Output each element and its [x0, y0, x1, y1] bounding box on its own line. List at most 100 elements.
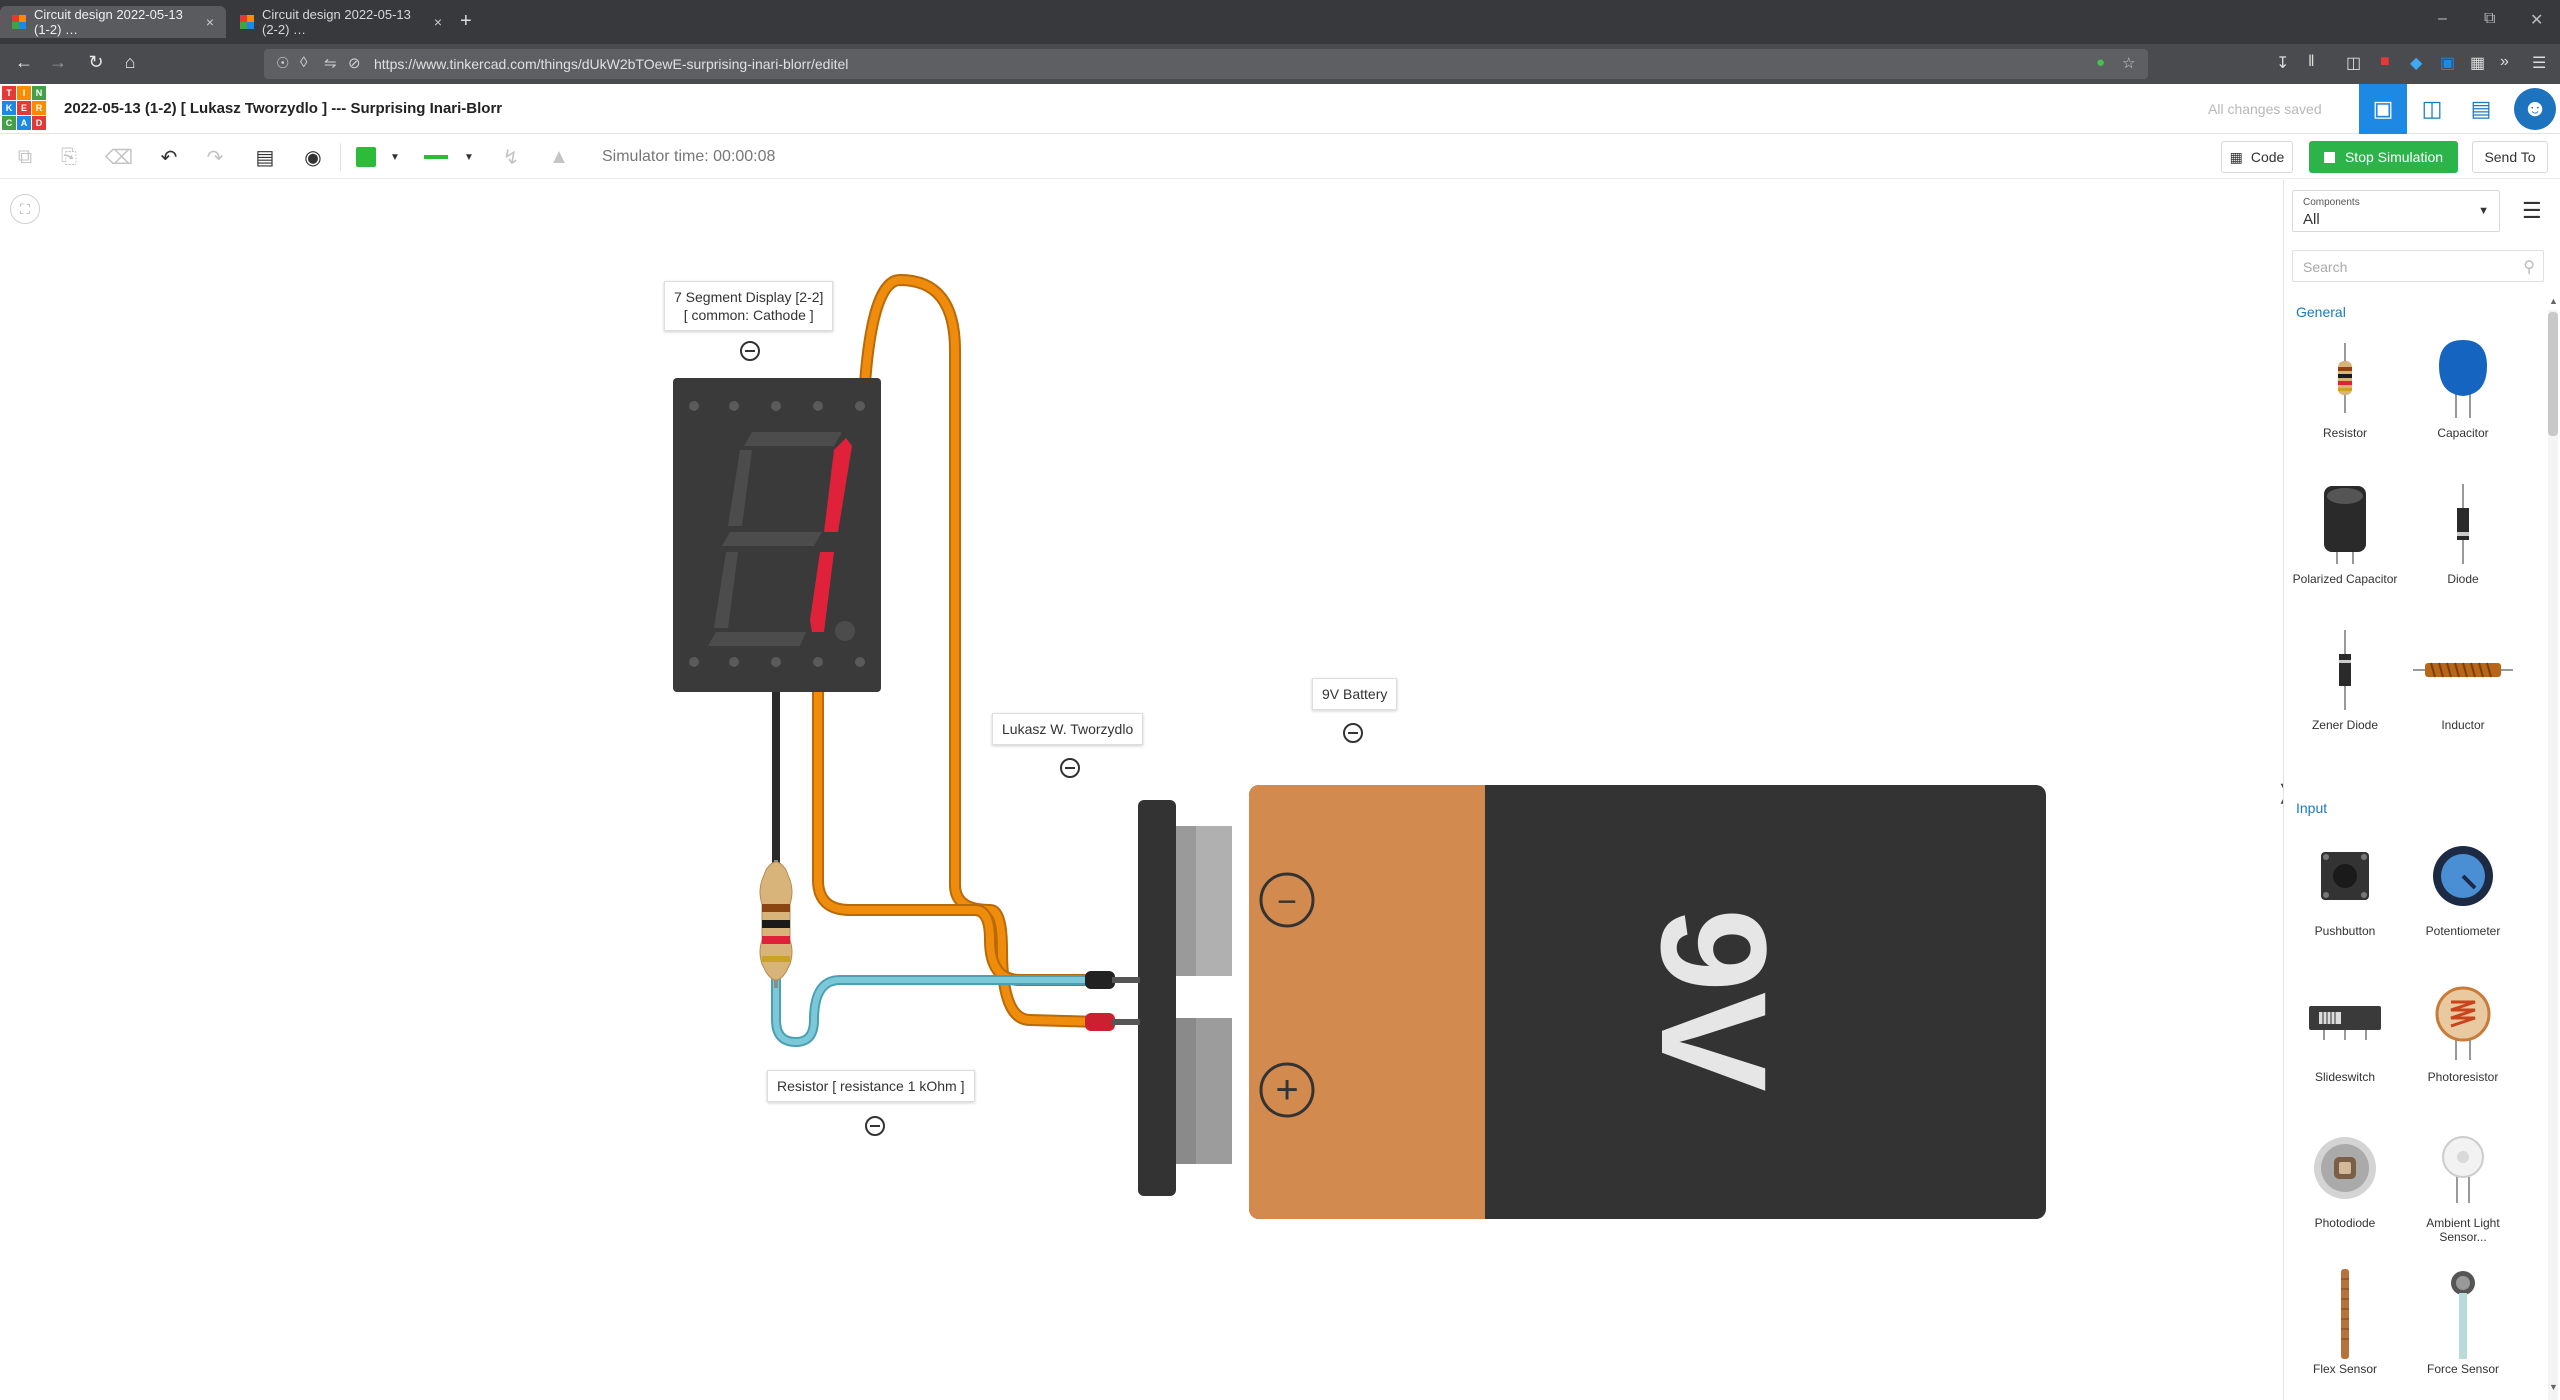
schematic-view-icon[interactable]: ◫: [2408, 84, 2456, 134]
home-icon[interactable]: ⌂: [118, 52, 142, 73]
display-label-line1: 7 Segment Display [2-2]: [674, 289, 824, 305]
lock-icon[interactable]: ◊: [300, 54, 307, 71]
notes-icon[interactable]: ▤: [252, 145, 278, 169]
component-search-input[interactable]: Search ⚲: [2292, 250, 2544, 282]
component-capacitor[interactable]: Capacitor: [2408, 330, 2518, 440]
component-flex-sensor[interactable]: Flex Sensor: [2290, 1266, 2400, 1376]
send-to-button[interactable]: Send To: [2472, 141, 2548, 173]
chevron-down-icon[interactable]: ▼: [382, 145, 408, 169]
browser-tab-2[interactable]: Circuit design 2022-05-13 (2-2) … ×: [228, 6, 454, 38]
close-tab-icon[interactable]: ×: [206, 14, 214, 30]
design-title[interactable]: 2022-05-13 (1-2) [ Lukasz Tworzydlo ] --…: [64, 100, 502, 117]
component-list-view-icon[interactable]: ▤: [2457, 84, 2505, 134]
bookmark-star-icon[interactable]: ☆: [2122, 54, 2135, 72]
wire-type-swatch[interactable]: [424, 155, 448, 159]
code-button[interactable]: ▦ Code: [2221, 141, 2293, 173]
undo-icon[interactable]: ↶: [156, 145, 182, 169]
downloads-icon[interactable]: ↧: [2276, 53, 2289, 73]
new-tab-button[interactable]: +: [460, 10, 472, 33]
component-zener-diode[interactable]: Zener Diode: [2290, 622, 2400, 732]
component-name: Resistor: [2322, 426, 2367, 440]
note-label-collapse-icon[interactable]: [1060, 758, 1080, 778]
library-icon[interactable]: ‖: [2308, 53, 2315, 71]
component-polarized-capacitor[interactable]: Polarized Capacitor: [2290, 476, 2400, 586]
stop-simulation-button[interactable]: Stop Simulation: [2309, 141, 2458, 173]
component-photodiode[interactable]: Photodiode: [2290, 1120, 2400, 1230]
note-label[interactable]: Lukasz W. Tworzydlo: [992, 713, 1144, 745]
user-avatar[interactable]: ☻: [2514, 88, 2556, 130]
panel-scrollbar-thumb[interactable]: [2548, 312, 2558, 436]
component-name: Photodiode: [2314, 1216, 2376, 1230]
segment-d: [708, 632, 806, 646]
battery-minus-sign: −: [1277, 883, 1297, 921]
overflow-chevron-icon[interactable]: »: [2500, 53, 2509, 71]
send-to-label: Send To: [2484, 149, 2536, 165]
flip-icon[interactable]: ▲: [546, 145, 572, 169]
display-pin: [689, 401, 699, 411]
resistor-label[interactable]: Resistor [ resistance 1 kOhm ]: [767, 1070, 975, 1102]
close-window-icon[interactable]: ✕: [2530, 10, 2543, 30]
component-resistor[interactable]: Resistor: [2290, 330, 2400, 440]
scroll-up-icon[interactable]: ▲: [2549, 296, 2558, 306]
component-slideswitch[interactable]: Slideswitch: [2290, 974, 2400, 1084]
tracking-icon[interactable]: ⊘: [348, 54, 361, 72]
minimize-icon[interactable]: –: [2438, 10, 2447, 28]
component-pushbutton[interactable]: Pushbutton: [2290, 828, 2400, 938]
section-general[interactable]: General: [2296, 304, 2346, 320]
component-photoresistor[interactable]: Photoresistor: [2408, 974, 2518, 1084]
display-pin: [771, 657, 781, 667]
display-pin: [729, 401, 739, 411]
close-tab-icon[interactable]: ×: [434, 14, 442, 30]
components-filter-select[interactable]: Components All ▼: [2292, 190, 2500, 232]
extension-blue-icon[interactable]: ◆: [2410, 53, 2422, 73]
toggle-notes-visibility-icon[interactable]: ◉: [300, 145, 326, 169]
delete-icon[interactable]: ⌫: [105, 145, 133, 169]
extension-puzzle-icon[interactable]: ▦: [2470, 53, 2485, 73]
chevron-down-icon[interactable]: ▼: [456, 145, 482, 169]
sidebar-icon[interactable]: ◫: [2346, 53, 2361, 73]
rotate-icon[interactable]: ↯: [498, 145, 524, 169]
component-inductor[interactable]: Inductor: [2408, 622, 2518, 732]
extension-status-icon[interactable]: ●: [2096, 54, 2105, 71]
back-icon[interactable]: ←: [12, 52, 36, 73]
component-diode[interactable]: Diode: [2408, 476, 2518, 586]
circuit-view-icon[interactable]: ▣: [2359, 84, 2407, 134]
logo-letter: C: [2, 116, 16, 130]
battery-label-collapse-icon[interactable]: [1343, 723, 1363, 743]
display-pin: [813, 401, 823, 411]
permissions-icon[interactable]: ⇋: [324, 54, 337, 72]
display-label-collapse-icon[interactable]: [740, 341, 760, 361]
stop-label: Stop Simulation: [2344, 149, 2444, 165]
component-ambient-light-sensor[interactable]: Ambient Light Sensor...: [2408, 1120, 2518, 1244]
component-name: Diode: [2447, 572, 2479, 586]
display-label[interactable]: 7 Segment Display [2-2] [ common: Cathod…: [664, 281, 834, 331]
display-pin: [771, 401, 781, 411]
component-potentiometer[interactable]: Potentiometer: [2408, 828, 2518, 938]
restore-icon[interactable]: ⧉: [2484, 10, 2495, 28]
resistor-label-collapse-icon[interactable]: [865, 1116, 885, 1136]
battery-terminal-plus-shade: [1176, 1018, 1196, 1164]
browser-tab-1[interactable]: Circuit design 2022-05-13 (1-2) … ×: [0, 6, 226, 38]
list-view-icon[interactable]: ☰: [2522, 198, 2542, 224]
redo-icon[interactable]: ↷: [202, 145, 228, 169]
menu-hamburger-icon[interactable]: ☰: [2532, 53, 2546, 73]
shield-icon[interactable]: ☉: [276, 54, 289, 72]
diode-icon: [2457, 484, 2469, 564]
extension-red-icon[interactable]: ■: [2380, 53, 2390, 71]
url-text[interactable]: https://www.tinkercad.com/things/dUkW2bT…: [374, 56, 848, 72]
battery-label[interactable]: 9V Battery: [1312, 678, 1398, 710]
tinkercad-logo[interactable]: T I N K E R C A D: [2, 86, 46, 130]
reload-icon[interactable]: ↻: [84, 52, 108, 73]
scroll-down-icon[interactable]: ▼: [2549, 1382, 2558, 1392]
extension-s-icon[interactable]: ▣: [2440, 53, 2455, 73]
battery-terminal-minus-shade: [1176, 826, 1196, 976]
url-bar[interactable]: ☉ ◊ ⇋ ⊘ https://www.tinkercad.com/things…: [264, 49, 2148, 79]
copy-icon[interactable]: ⧉: [12, 145, 38, 169]
wire-color-swatch[interactable]: [356, 147, 376, 167]
section-input[interactable]: Input: [2296, 800, 2327, 816]
panel-scrollbar-track[interactable]: [2548, 310, 2558, 1400]
forward-icon[interactable]: →: [46, 52, 70, 73]
circuit-canvas[interactable]: ⛶ − + 9V 7 Segment Display [2-2] [commo…: [0, 180, 2282, 1400]
component-force-sensor[interactable]: Force Sensor: [2408, 1266, 2518, 1376]
paste-icon[interactable]: ⎘: [56, 145, 82, 169]
